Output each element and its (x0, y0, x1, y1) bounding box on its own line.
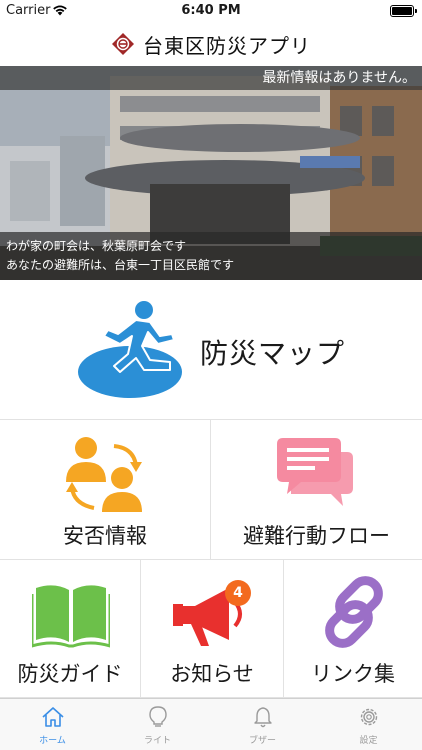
app-title: 台東区防災アプリ (143, 33, 311, 58)
home-icon (41, 707, 64, 727)
location-info: わが家の町会は、秋葉原町会です あなたの避難所は、台東一丁目区民館です (0, 232, 422, 280)
tab-home-label: ホーム (39, 736, 66, 746)
gear-icon (360, 708, 377, 726)
hero-banner: 最新情報はありません。 わが家の町会は、秋葉原町会です あなたの避難所は、台東一… (0, 66, 422, 280)
disaster-map-button[interactable]: 防災マップ (0, 280, 422, 420)
disaster-guide-label: 防災ガイド (17, 662, 123, 686)
ward-emblem-icon (112, 33, 134, 55)
safety-info-label: 安否情報 (63, 524, 147, 548)
lightbulb-icon (148, 706, 167, 727)
status-bar: Carrier 6:40 PM (0, 0, 422, 22)
tab-buzzer[interactable]: ブザー (210, 699, 315, 750)
tab-settings[interactable]: 設定 (315, 699, 422, 750)
bell-icon (253, 707, 272, 728)
shelter-line: あなたの避難所は、台東一丁目区民館です (6, 258, 235, 272)
disaster-guide-button[interactable]: 防災ガイド (0, 560, 141, 698)
tab-light[interactable]: ライト (105, 699, 210, 750)
evacuation-flow-button[interactable]: 避難行動フロー (211, 420, 422, 560)
safety-people-icon (66, 437, 142, 512)
tab-settings-label: 設定 (359, 736, 378, 746)
battery-icon (390, 5, 417, 17)
chat-bubbles-icon (277, 438, 353, 506)
safety-info-button[interactable]: 安否情報 (0, 420, 211, 560)
status-time: 6:40 PM (181, 3, 241, 18)
tab-home[interactable]: ホーム (0, 699, 105, 750)
latest-news-bar[interactable]: 最新情報はありません。 (0, 66, 422, 90)
tab-light-label: ライト (143, 736, 171, 746)
evacuation-map-icon (78, 301, 182, 398)
links-label: リンク集 (311, 662, 395, 686)
evacuation-flow-label: 避難行動フロー (243, 524, 390, 548)
chain-link-icon (325, 576, 383, 648)
notices-badge: 4 (225, 580, 251, 606)
tab-buzzer-label: ブザー (248, 736, 276, 746)
tab-bar: ホーム ライト ブザー 設定 (0, 698, 422, 750)
notices-button[interactable]: 4 お知らせ (141, 560, 284, 698)
notices-label: お知らせ (170, 662, 254, 686)
nav-bar: 台東区防災アプリ (0, 22, 422, 66)
disaster-map-label: 防災マップ (200, 337, 346, 370)
district-line: わが家の町会は、秋葉原町会です (6, 239, 187, 253)
book-icon (32, 585, 110, 648)
links-button[interactable]: リンク集 (284, 560, 422, 698)
